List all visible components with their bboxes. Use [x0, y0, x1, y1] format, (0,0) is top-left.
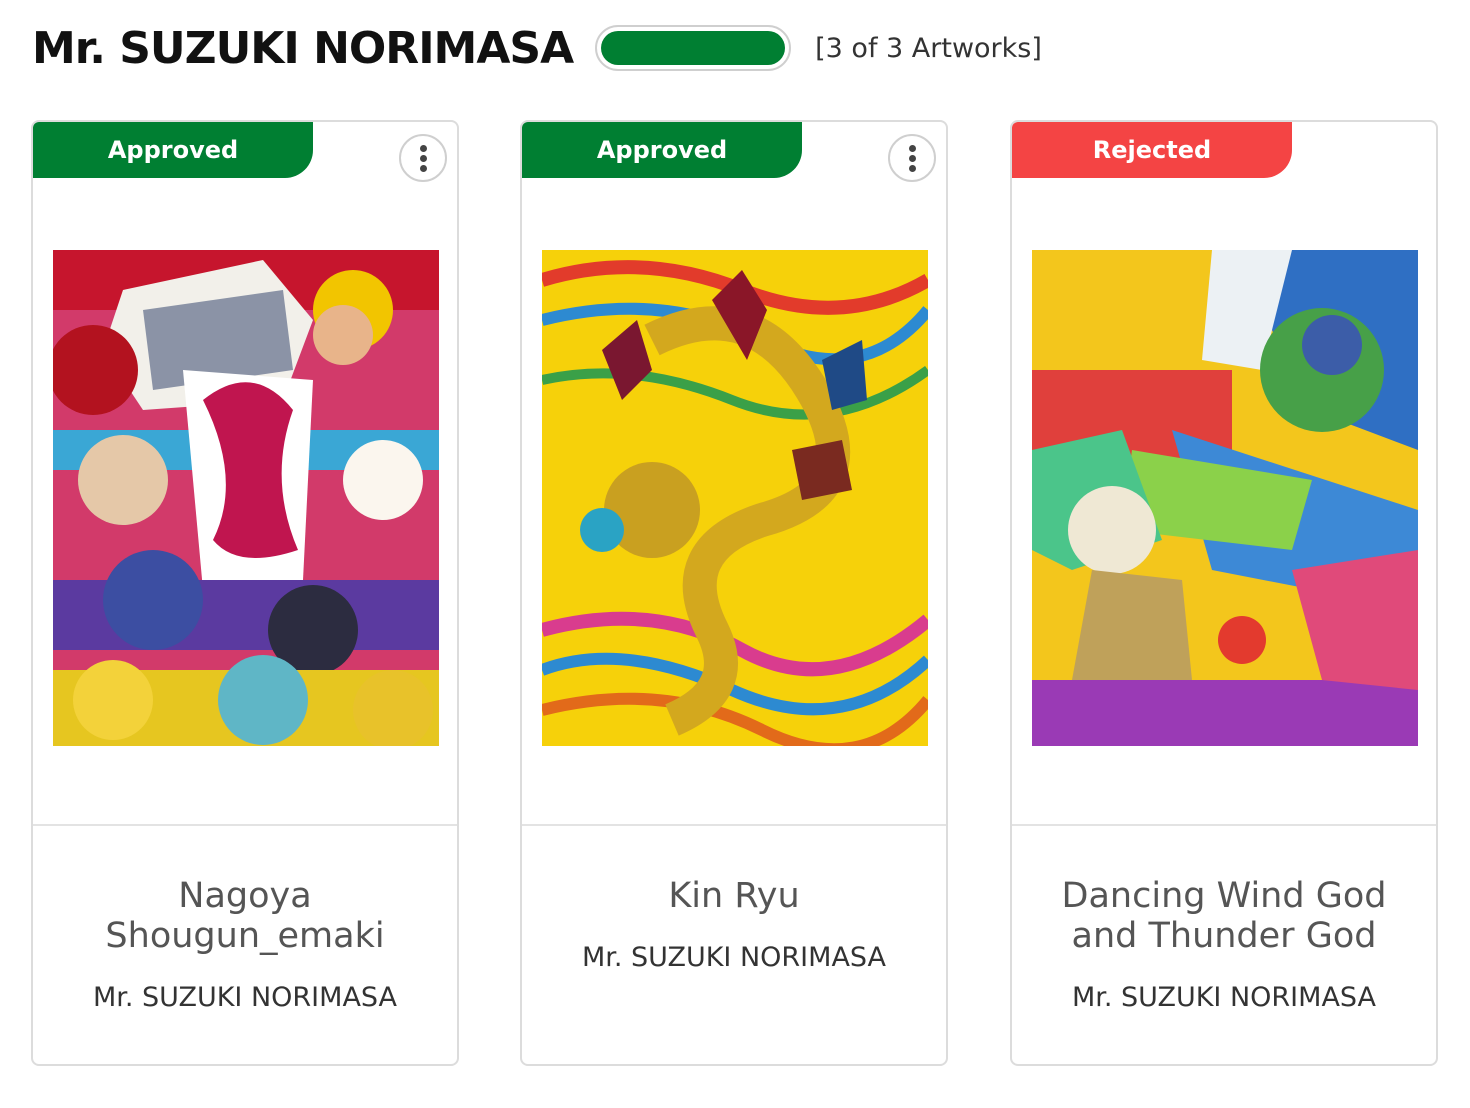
artwork-title: Nagoya Shougun_emaki: [105, 876, 385, 956]
artwork-artist: Mr. SUZUKI NORIMASA: [1071, 982, 1377, 1013]
dot: [419, 154, 427, 162]
page-header: Mr. SUZUKI NORIMASA [3 of 3 Artworks]: [32, 18, 1042, 78]
progress-fill: [601, 31, 786, 65]
status-badge: Rejected: [1012, 122, 1292, 178]
artwork-title: Dancing Wind God and Thunder God: [1061, 876, 1387, 956]
artwork-image[interactable]: [542, 250, 928, 746]
card-divider: [33, 824, 457, 826]
artwork-info: Nagoya Shougun_emaki Mr. SUZUKI NORIMASA: [33, 876, 457, 1013]
dot: [419, 164, 427, 172]
artwork-info: Kin Ryu Mr. SUZUKI NORIMASA: [522, 876, 946, 973]
more-options-button[interactable]: [888, 134, 936, 182]
artwork-artist: Mr. SUZUKI NORIMASA: [581, 942, 887, 973]
dot: [419, 144, 427, 152]
artwork-card[interactable]: Approved Nagoya Shougun_emaki Mr. SUZUKI…: [31, 120, 459, 1066]
dot: [908, 154, 916, 162]
artwork-card[interactable]: Rejected Dancing Wind God and Thunder Go…: [1010, 120, 1438, 1066]
more-options-button[interactable]: [399, 134, 447, 182]
status-badge: Approved: [522, 122, 802, 178]
artwork-image[interactable]: [1032, 250, 1418, 746]
card-divider: [1012, 824, 1436, 826]
artwork-progress-bar: [595, 25, 792, 71]
artwork-info: Dancing Wind God and Thunder God Mr. SUZ…: [1012, 876, 1436, 1013]
artwork-count: [3 of 3 Artworks]: [815, 32, 1042, 64]
artwork-artist: Mr. SUZUKI NORIMASA: [92, 982, 398, 1013]
dot: [908, 144, 916, 152]
card-divider: [522, 824, 946, 826]
artist-name-heading: Mr. SUZUKI NORIMASA: [32, 22, 574, 74]
artwork-card[interactable]: Approved Kin Ryu Mr. SUZUKI NORIMASA: [520, 120, 948, 1066]
artwork-image[interactable]: [53, 250, 439, 746]
dot: [908, 164, 916, 172]
artwork-title: Kin Ryu: [668, 876, 800, 916]
status-badge: Approved: [33, 122, 313, 178]
